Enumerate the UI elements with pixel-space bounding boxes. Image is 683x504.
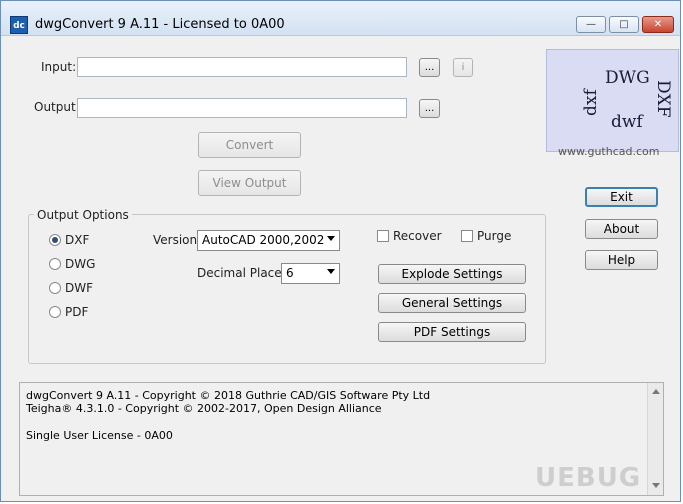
info-button[interactable]: i — [453, 58, 473, 77]
format-dxf-label: DXF — [65, 233, 90, 247]
convert-button[interactable]: Convert — [198, 132, 301, 158]
output-field[interactable] — [77, 98, 407, 118]
log-scrollbar[interactable] — [647, 383, 663, 495]
minimize-button[interactable]: — — [576, 16, 606, 33]
output-label: Output: — [34, 100, 80, 114]
format-dwg-radio[interactable] — [49, 258, 61, 270]
scroll-up-icon[interactable] — [652, 389, 660, 394]
recover-checkbox[interactable] — [377, 230, 389, 242]
decimal-places-select[interactable]: 6 — [281, 263, 340, 284]
output-options-title: Output Options — [34, 208, 132, 222]
input-field[interactable] — [77, 57, 407, 77]
version-select-value: AutoCAD 2000,2002 — [202, 233, 325, 247]
log-line-copyright: dwgConvert 9 A.11 - Copyright © 2018 Gut… — [26, 389, 431, 402]
website-url: www.guthcad.com — [558, 145, 660, 158]
general-settings-button[interactable]: General Settings — [378, 293, 526, 313]
format-pdf-label: PDF — [65, 305, 89, 319]
purge-checkbox[interactable] — [461, 230, 473, 242]
purge-label: Purge — [477, 229, 512, 243]
input-label: Input: — [41, 60, 77, 74]
format-dwg-label: DWG — [65, 257, 96, 271]
pdf-settings-button[interactable]: PDF Settings — [378, 322, 526, 342]
output-browse-button[interactable]: ... — [419, 99, 440, 118]
watermark-text: UEBUG — [535, 463, 642, 493]
input-browse-button[interactable]: ... — [419, 58, 440, 77]
window-title: dwgConvert 9 A.11 - Licensed to 0A00 — [35, 17, 285, 32]
explode-settings-button[interactable]: Explode Settings — [378, 264, 526, 284]
chevron-down-icon — [327, 269, 335, 274]
decimal-places-value: 6 — [286, 266, 294, 280]
title-bar: dc dwgConvert 9 A.11 - Licensed to 0A00 … — [1, 1, 680, 36]
logo-graphic: DWG DXF dxf dwf — [546, 49, 679, 152]
format-dwf-radio[interactable] — [49, 282, 61, 294]
maximize-button[interactable]: □ — [609, 16, 639, 33]
log-line-license: Single User License - 0A00 — [26, 429, 173, 442]
log-line-teigha: Teigha® 4.3.1.0 - Copyright © 2002-2017,… — [26, 402, 382, 415]
logo-dwf-text: dwf — [611, 112, 643, 132]
help-button[interactable]: Help — [585, 250, 658, 270]
logo-dwg-text: DWG — [605, 68, 650, 88]
app-icon: dc — [10, 16, 28, 34]
decimal-places-label: Decimal Places: — [197, 266, 292, 280]
format-pdf-radio[interactable] — [49, 306, 61, 318]
chevron-down-icon — [327, 236, 335, 241]
close-button[interactable]: ✕ — [642, 16, 674, 33]
version-select[interactable]: AutoCAD 2000,2002 — [197, 230, 340, 251]
exit-button[interactable]: Exit — [585, 187, 658, 207]
format-dxf-radio[interactable] — [49, 234, 61, 246]
recover-label: Recover — [393, 229, 442, 243]
app-window: dc dwgConvert 9 A.11 - Licensed to 0A00 … — [0, 0, 681, 502]
version-label: Version: — [153, 233, 202, 247]
about-button[interactable]: About — [585, 219, 658, 239]
logo-dxf-side-text: DXF — [653, 80, 673, 118]
format-dwf-label: DWF — [65, 281, 94, 295]
scroll-down-icon[interactable] — [652, 483, 660, 488]
logo-dxf-rotated-text: dxf — [581, 89, 601, 116]
view-output-button[interactable]: View Output — [198, 170, 301, 196]
